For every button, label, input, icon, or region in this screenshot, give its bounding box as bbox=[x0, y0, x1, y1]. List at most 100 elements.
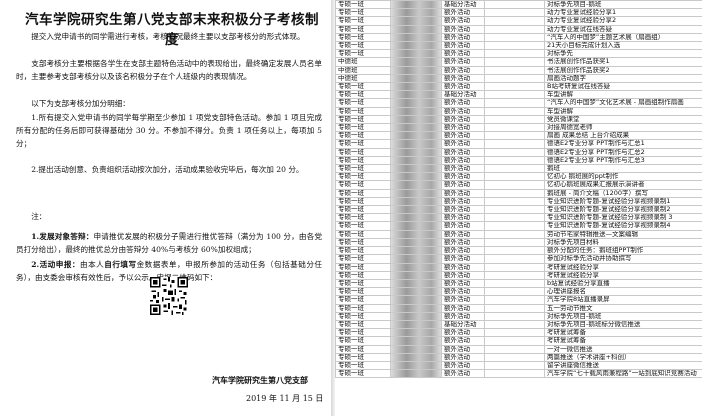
table-cell[interactable] bbox=[484, 262, 545, 272]
table-cell[interactable]: 专硕一班 bbox=[335, 262, 391, 272]
table-cell[interactable]: 额外活动 bbox=[441, 123, 485, 133]
table-cell[interactable]: 考研复试筹备 bbox=[544, 336, 702, 346]
blurred-name-cell[interactable] bbox=[390, 336, 442, 346]
table-cell[interactable] bbox=[484, 123, 545, 133]
table-cell[interactable]: 专硕一班 bbox=[335, 196, 391, 207]
table-cell[interactable]: 额外活动 bbox=[441, 229, 485, 239]
table-cell[interactable] bbox=[484, 196, 545, 207]
table-cell[interactable]: 额外活动 bbox=[441, 237, 485, 248]
table-cell[interactable]: 专硕一班 bbox=[335, 270, 391, 280]
table-cell[interactable]: 车型讲解 bbox=[544, 90, 702, 100]
table-cell[interactable] bbox=[484, 8, 545, 18]
table-cell[interactable]: 额外活动 bbox=[441, 270, 485, 280]
table-cell[interactable] bbox=[484, 188, 545, 198]
table-cell[interactable]: 专硕一班 bbox=[335, 295, 391, 305]
table-cell[interactable] bbox=[484, 73, 545, 84]
table-cell[interactable]: 对标争先 bbox=[544, 49, 702, 59]
blurred-name-cell[interactable] bbox=[390, 131, 442, 141]
blurred-name-cell[interactable] bbox=[390, 172, 442, 182]
table-cell[interactable] bbox=[484, 360, 545, 371]
blurred-name-cell[interactable] bbox=[390, 32, 442, 43]
table-cell[interactable] bbox=[484, 303, 545, 313]
blurred-name-cell[interactable] bbox=[390, 328, 442, 338]
table-cell[interactable]: 专业知识进阶专题-复试经验分享视频录制2 bbox=[544, 205, 702, 215]
table-cell[interactable]: 基础分活动 bbox=[441, 0, 485, 10]
table-cell[interactable]: 专硕一班 bbox=[335, 205, 391, 215]
table-cell[interactable]: 基础分活动 bbox=[441, 319, 485, 330]
table-cell[interactable]: 两篇推送（学术讲座+科创） bbox=[544, 352, 702, 362]
table-cell[interactable]: 专硕一班 bbox=[335, 369, 391, 379]
table-cell[interactable] bbox=[484, 98, 545, 108]
table-cell[interactable]: b站复试经验分享直播 bbox=[544, 278, 702, 289]
table-cell[interactable]: 专硕一班 bbox=[335, 0, 391, 10]
table-cell[interactable] bbox=[484, 336, 545, 346]
table-cell[interactable]: 专硕一班 bbox=[335, 360, 391, 371]
table-cell[interactable] bbox=[484, 311, 545, 321]
table-cell[interactable]: 额外活动 bbox=[441, 32, 485, 43]
table-cell[interactable] bbox=[484, 246, 545, 256]
table-cell[interactable]: 忆初心 鹅班展的ppt制作 bbox=[544, 172, 702, 182]
table-cell[interactable]: 额外活动 bbox=[441, 221, 485, 231]
table-cell[interactable]: 对标争先项目材料 bbox=[544, 237, 702, 248]
table-cell[interactable] bbox=[484, 270, 545, 280]
blurred-name-cell[interactable] bbox=[390, 90, 442, 100]
table-cell[interactable]: 书法展创作作品获奖2 bbox=[544, 65, 702, 75]
blurred-name-cell[interactable] bbox=[390, 196, 442, 207]
blurred-name-cell[interactable] bbox=[390, 360, 442, 371]
table-cell[interactable]: 专硕一班 bbox=[335, 90, 391, 100]
table-cell[interactable]: 汽车学院8站直播录屏 bbox=[544, 295, 702, 305]
table-cell[interactable]: 额外活动 bbox=[441, 139, 485, 149]
table-cell[interactable]: 考研复试经验分享 bbox=[544, 270, 702, 280]
blurred-name-cell[interactable] bbox=[390, 155, 442, 166]
table-cell[interactable] bbox=[484, 164, 545, 174]
table-cell[interactable]: 额外活动 bbox=[441, 98, 485, 108]
table-cell[interactable]: 额外活动 bbox=[441, 213, 485, 223]
blurred-name-cell[interactable] bbox=[390, 237, 442, 248]
blurred-name-cell[interactable] bbox=[390, 16, 442, 26]
table-cell[interactable]: 鹅班展 - 简介文稿（1200字）撰写 bbox=[544, 188, 702, 198]
table-cell[interactable]: 专硕一班 bbox=[335, 328, 391, 338]
table-cell[interactable]: 专硕一班 bbox=[335, 106, 391, 116]
table-cell[interactable]: 中德班 bbox=[335, 65, 391, 75]
table-cell[interactable] bbox=[484, 131, 545, 141]
table-cell[interactable]: 党员微课堂 bbox=[544, 114, 702, 125]
blurred-name-cell[interactable] bbox=[390, 344, 442, 354]
table-cell[interactable]: 对标争先项目-鹅班 bbox=[544, 311, 702, 321]
table-cell[interactable]: 额外活动 bbox=[441, 344, 485, 354]
table-cell[interactable] bbox=[484, 221, 545, 231]
table-cell[interactable] bbox=[484, 106, 545, 116]
blurred-name-cell[interactable] bbox=[390, 73, 442, 84]
table-cell[interactable] bbox=[484, 344, 545, 354]
table-cell[interactable]: 心理讲座报名 bbox=[544, 287, 702, 297]
table-cell[interactable] bbox=[484, 295, 545, 305]
table-cell[interactable]: 忆初心鹅班展成果汇报展示演讲者 bbox=[544, 180, 702, 190]
table-cell[interactable]: 专硕一班 bbox=[335, 24, 391, 34]
table-cell[interactable] bbox=[484, 32, 545, 43]
table-cell[interactable]: 专硕一班 bbox=[335, 147, 391, 157]
table-cell[interactable]: 额外活动 bbox=[441, 303, 485, 313]
table-cell[interactable] bbox=[484, 155, 545, 166]
table-cell[interactable]: 额外活动 bbox=[441, 369, 485, 379]
table-cell[interactable]: 考研复试经验分享 bbox=[544, 262, 702, 272]
table-cell[interactable]: 德语E2专业分享 PPT制作与汇总1 bbox=[544, 139, 702, 149]
table-cell[interactable]: 专硕一班 bbox=[335, 114, 391, 125]
table-cell[interactable]: 专硕一班 bbox=[335, 139, 391, 149]
blurred-name-cell[interactable] bbox=[390, 8, 442, 18]
table-cell[interactable]: 额外活动 bbox=[441, 106, 485, 116]
table-cell[interactable]: 参加对标争先活动并协助撰写 bbox=[544, 254, 702, 264]
table-cell[interactable]: 动力专业复试在线答疑 bbox=[544, 24, 702, 34]
table-cell[interactable]: 额外活动 bbox=[441, 41, 485, 51]
table-cell[interactable]: “汽车人的中国梦”主题艺术展（扇画组） bbox=[544, 32, 702, 43]
blurred-name-cell[interactable] bbox=[390, 221, 442, 231]
table-cell[interactable]: 专硕一班 bbox=[335, 311, 391, 321]
table-cell[interactable]: 专硕一班 bbox=[335, 319, 391, 330]
table-cell[interactable]: 专硕一班 bbox=[335, 344, 391, 354]
blurred-name-cell[interactable] bbox=[390, 319, 442, 330]
blurred-name-cell[interactable] bbox=[390, 123, 442, 133]
blurred-name-cell[interactable] bbox=[390, 41, 442, 51]
blurred-name-cell[interactable] bbox=[390, 164, 442, 174]
table-cell[interactable] bbox=[484, 278, 545, 289]
table-cell[interactable]: B站考研复试在线答疑 bbox=[544, 82, 702, 92]
table-cell[interactable] bbox=[484, 287, 545, 297]
table-cell[interactable]: 额外活动 bbox=[441, 73, 485, 84]
